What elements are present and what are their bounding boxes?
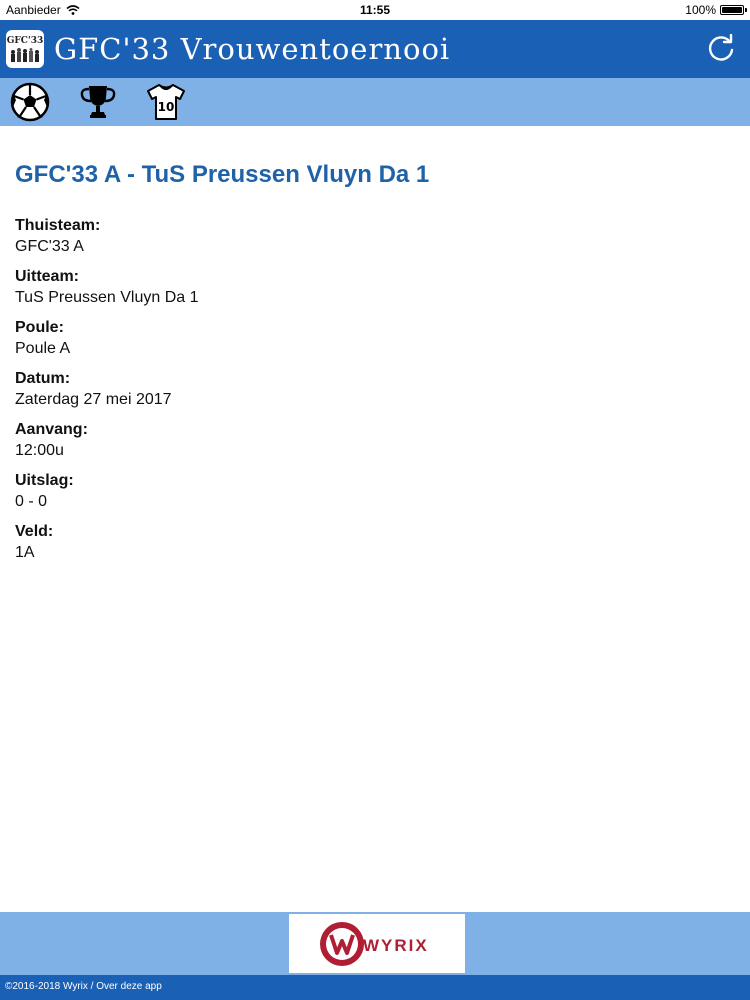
refresh-button[interactable] (706, 33, 736, 64)
field-value: 0 - 0 (15, 493, 48, 510)
field-home-team: Thuisteam: GFC'33 A (15, 216, 735, 257)
match-title: GFC'33 A - TuS Preussen Vluyn Da 1 (15, 161, 430, 188)
battery-percent: 100% (685, 3, 716, 17)
match-details: GFC'33 A - TuS Preussen Vluyn Da 1 Thuis… (15, 160, 735, 573)
field-value: Zaterdag 27 mei 2017 (15, 391, 172, 408)
field-value: 12:00u (15, 442, 64, 459)
app-title: GFC'33 Vrouwentoernooi (54, 32, 451, 66)
field-pitch: Veld: 1A (15, 522, 735, 563)
refresh-icon (708, 33, 734, 61)
battery-icon (720, 5, 747, 15)
status-bar: Aanbieder 11:55 100% (0, 0, 750, 20)
jersey-icon: 10 (147, 84, 185, 120)
trophy-icon (80, 86, 116, 118)
field-result: Uitslag: 0 - 0 (15, 471, 735, 512)
field-away-team: Uitteam: TuS Preussen Vluyn Da 1 (15, 267, 735, 308)
field-label: Aanvang: (15, 421, 88, 438)
app-header: GFC'33 GFC'33 Vrouwentoernooi (0, 20, 750, 78)
sponsor-banner[interactable]: WYRIX (289, 914, 465, 973)
copyright-bar: ©2016-2018 Wyrix / Over deze app (0, 975, 750, 1000)
field-label: Uitteam: (15, 268, 80, 285)
field-value: TuS Preussen Vluyn Da 1 (15, 289, 199, 306)
sponsor-name: WYRIX (363, 936, 429, 955)
soccer-ball-icon (10, 82, 50, 122)
battery-status: 100% (685, 3, 747, 17)
field-pool: Poule: Poule A (15, 318, 735, 359)
field-label: Poule: (15, 319, 64, 336)
field-label: Uitslag: (15, 472, 74, 489)
field-value: Poule A (15, 340, 71, 357)
field-value: GFC'33 A (15, 238, 84, 255)
field-label: Veld: (15, 523, 54, 540)
sponsor-band: WYRIX (0, 912, 750, 975)
detail-list: Thuisteam: GFC'33 A Uitteam: TuS Preusse… (15, 216, 735, 563)
status-time: 11:55 (359, 3, 391, 17)
field-value: 1A (15, 544, 35, 561)
logo-players-icon (11, 48, 39, 62)
jersey-number: 10 (158, 100, 175, 114)
field-date: Datum: Zaterdag 27 mei 2017 (15, 369, 735, 410)
teams-button[interactable]: 10 (146, 82, 186, 122)
standings-button[interactable] (78, 82, 118, 122)
matches-button[interactable] (10, 82, 50, 122)
toolbar: 10 (0, 78, 750, 126)
app-logo: GFC'33 (6, 30, 44, 68)
field-label: Datum: (15, 370, 71, 387)
wyrix-logo: WYRIX (320, 921, 429, 966)
copyright-link[interactable]: ©2016-2018 Wyrix / Over deze app (5, 981, 162, 992)
field-label: Thuisteam: (15, 217, 101, 234)
logo-text: GFC'33 (6, 36, 44, 46)
field-start-time: Aanvang: 12:00u (15, 420, 735, 461)
